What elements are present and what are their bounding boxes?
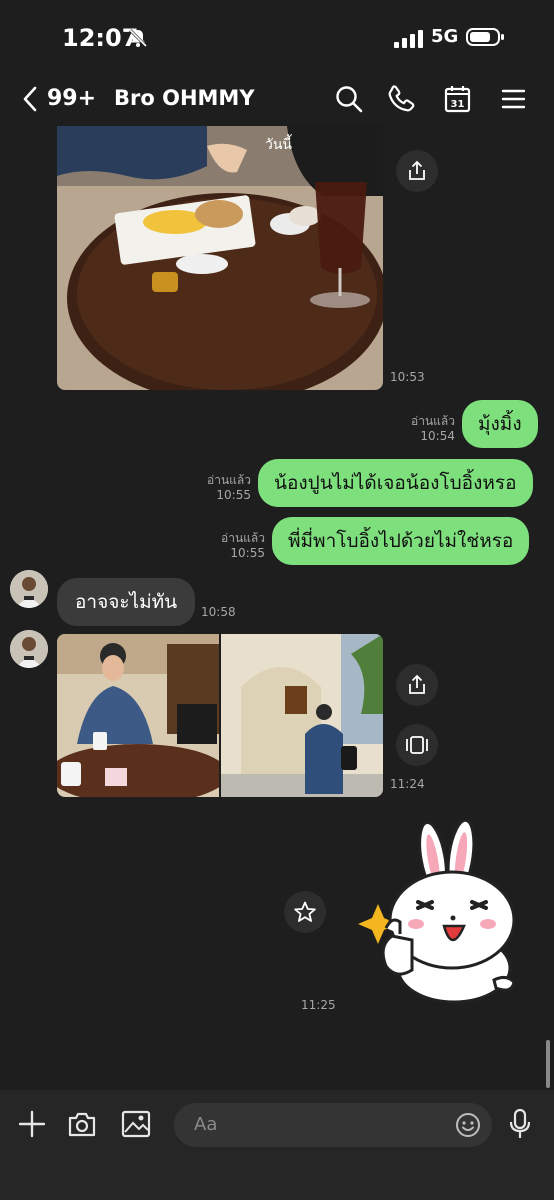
svg-text:31: 31 [451,99,465,110]
message-time: 10:53 [390,370,425,384]
incoming-message-bubble[interactable]: อาจจะไม่ทัน [57,578,196,626]
avatar[interactable] [10,570,48,608]
album-icon [406,736,428,754]
phone-icon[interactable] [387,84,417,114]
outgoing-message-bubble[interactable]: น้องปูนไม่ได้เจอน้องโบอิ้งหรอ [258,459,533,507]
avatar[interactable] [10,630,48,668]
avatar-image [10,570,48,608]
share-icon [409,674,425,694]
message-time: 11:25 [301,998,336,1012]
album-button[interactable] [396,724,438,766]
sticker-favorite-button[interactable] [284,891,326,933]
share-icon [409,160,425,180]
photo-caption: วันนี้ [265,137,293,153]
read-receipt: อ่านแล้ว 10:55 [207,473,251,502]
outgoing-message-bubble[interactable]: พี่มี่พาโบอิ้งไปด้วยไม่ใช่หรอ [272,517,530,565]
battery-icon [466,28,504,46]
photo-message-cafe[interactable] [57,634,219,797]
search-icon[interactable] [334,84,364,114]
read-receipt: อ่านแล้ว 10:54 [411,414,455,443]
outgoing-message-bubble[interactable]: มุ้งมิ้ง [462,400,538,448]
scrollbar[interactable] [546,1040,550,1088]
star-icon [294,901,316,922]
avatar-image [10,630,48,668]
message-input[interactable]: Aa [174,1103,492,1147]
network-label: 5G [431,26,459,47]
share-button[interactable] [396,150,438,192]
message-time: 10:58 [201,605,236,619]
emoji-icon[interactable] [455,1112,481,1138]
input-bar: Aa [0,1090,554,1200]
building-photo-image [221,634,383,797]
mic-icon[interactable] [508,1108,532,1140]
chat-title[interactable]: Bro OHMMY [114,86,255,110]
plus-icon[interactable] [18,1110,46,1138]
message-input-placeholder: Aa [194,1114,218,1135]
signal-icon [394,30,423,48]
camera-icon[interactable] [67,1111,97,1137]
battery-level [470,32,490,42]
sticker-message[interactable] [356,818,526,1004]
unread-count[interactable]: 99+ [47,86,96,111]
cafe-photo-image [57,634,219,797]
bell-muted-icon [128,28,148,48]
share-button[interactable] [396,664,438,706]
status-bar: 12:07 5G [0,0,554,76]
image-icon[interactable] [121,1110,151,1138]
read-receipt: อ่านแล้ว 10:55 [221,531,265,560]
menu-icon[interactable] [499,84,529,114]
status-time: 12:07 [62,24,139,52]
photo-message-breakfast[interactable]: วันนี้ [57,126,383,390]
photo-message-building[interactable] [221,634,383,797]
cony-bunny-sticker [358,818,516,1004]
message-time: 11:24 [390,777,425,791]
chat-header: 99+ Bro OHMMY 31 [0,76,554,126]
calendar-icon[interactable]: 31 [443,84,473,114]
back-chevron-icon[interactable] [22,86,38,112]
breakfast-photo-image [57,126,383,390]
